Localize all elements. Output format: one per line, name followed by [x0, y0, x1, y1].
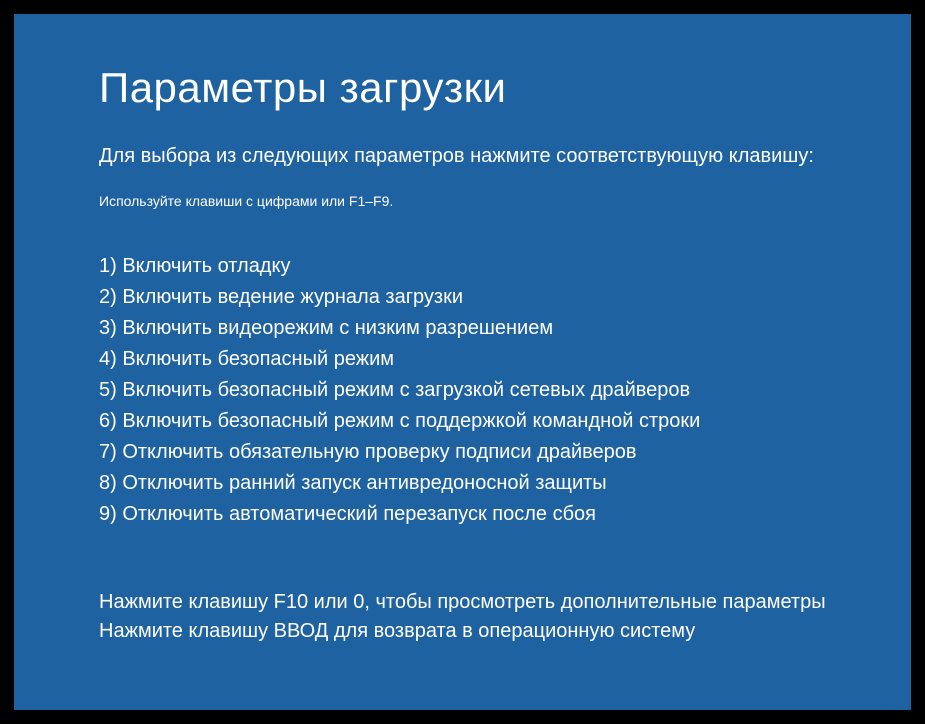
option-8-disable-antimalware[interactable]: 8) Отключить ранний запуск антивредоносн…: [99, 468, 826, 499]
option-3-low-res-video[interactable]: 3) Включить видеорежим с низким разрешен…: [99, 313, 826, 344]
page-title: Параметры загрузки: [99, 64, 826, 112]
key-hint-text: Используйте клавиши с цифрами или F1–F9.: [99, 193, 826, 209]
option-1-enable-debugging[interactable]: 1) Включить отладку: [99, 251, 826, 282]
f10-more-options-text: Нажмите клавишу F10 или 0, чтобы просмот…: [99, 588, 826, 617]
option-9-disable-auto-restart[interactable]: 9) Отключить автоматический перезапуск п…: [99, 499, 826, 530]
instruction-text: Для выбора из следующих параметров нажми…: [99, 142, 826, 171]
option-2-enable-boot-logging[interactable]: 2) Включить ведение журнала загрузки: [99, 282, 826, 313]
footer-instructions: Нажмите клавишу F10 или 0, чтобы просмот…: [99, 588, 826, 646]
option-4-safe-mode[interactable]: 4) Включить безопасный режим: [99, 344, 826, 375]
startup-settings-screen: Параметры загрузки Для выбора из следующ…: [14, 14, 911, 710]
option-7-disable-driver-signature[interactable]: 7) Отключить обязательную проверку подпи…: [99, 437, 826, 468]
option-5-safe-mode-networking[interactable]: 5) Включить безопасный режим с загрузкой…: [99, 375, 826, 406]
option-6-safe-mode-command-prompt[interactable]: 6) Включить безопасный режим с поддержко…: [99, 406, 826, 437]
enter-return-text: Нажмите клавишу ВВОД для возврата в опер…: [99, 617, 826, 646]
boot-options-list: 1) Включить отладку 2) Включить ведение …: [99, 251, 826, 530]
